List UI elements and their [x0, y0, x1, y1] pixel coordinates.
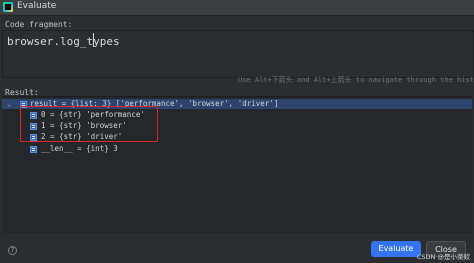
annotation-highlight-box: [20, 106, 158, 142]
tree-row-len[interactable]: __len__ = {int} 3: [2, 144, 472, 154]
evaluate-button[interactable]: Evaluate: [371, 241, 421, 257]
chevron-down-icon[interactable]: ⌄: [7, 99, 13, 109]
tree-row-label: __len__ = {int} 3: [41, 144, 118, 153]
watermark: CSDN @是小菜欸: [416, 253, 470, 261]
help-icon[interactable]: ?: [8, 246, 17, 255]
code-fragment-editor[interactable]: [2, 30, 474, 78]
int-variable-icon: [30, 145, 37, 153]
title-bar: Evaluate: [0, 0, 474, 16]
code-fragment-label: Code fragment:: [5, 20, 73, 29]
code-fragment-input[interactable]: [7, 33, 447, 49]
pycharm-app-icon: [3, 2, 13, 12]
history-hint: Use Alt+下箭头 and Alt+上箭头 to navigate thro…: [238, 76, 474, 84]
window-title: Evaluate: [17, 1, 57, 11]
text-caret: [93, 33, 94, 47]
